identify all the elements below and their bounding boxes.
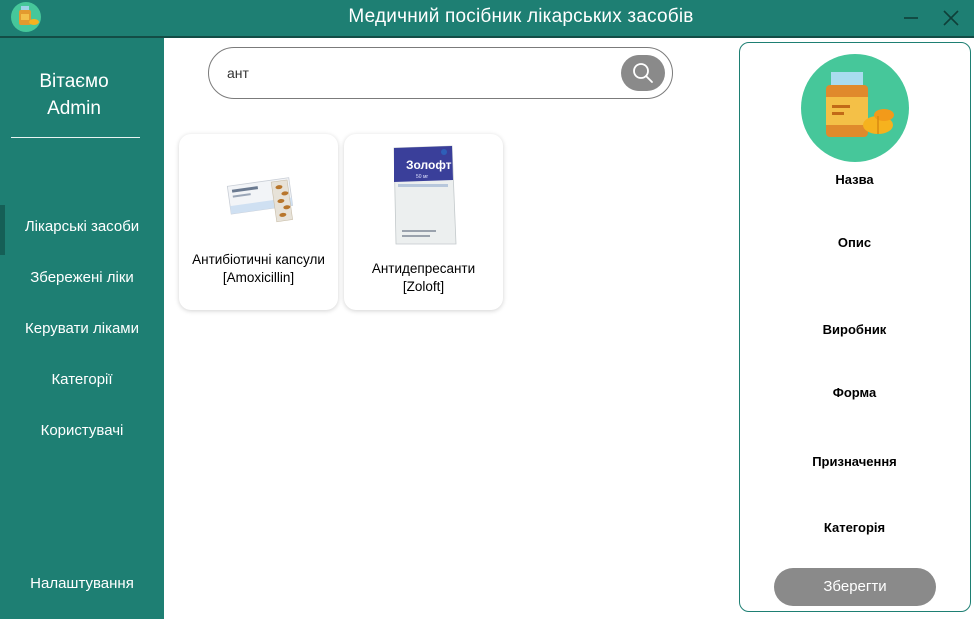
search-button[interactable] (621, 55, 665, 91)
box-brand-text: Золофт (406, 158, 452, 172)
field-purpose-label: Призначення (812, 454, 897, 469)
sidebar-item-categories[interactable]: Категорії (0, 358, 164, 402)
title-bar: Медичний посібник лікарських засобів (0, 0, 974, 38)
field-form-label: Форма (832, 385, 877, 400)
welcome-username: Admin (47, 98, 101, 119)
sidebar-item-manage[interactable]: Керувати ліками (0, 307, 164, 351)
medicine-bottle-icon (801, 54, 909, 162)
zoloft-image: Золофт 50 мг (393, 145, 457, 245)
field-category-label: Категорія (823, 520, 886, 535)
search-input[interactable] (227, 60, 607, 86)
field-manufacturer-label: Виробник (822, 322, 887, 337)
amoxicillin-image (226, 177, 294, 223)
sidebar-item-settings[interactable]: Налаштування (0, 562, 164, 606)
save-button[interactable]: Зберегти (774, 568, 936, 606)
sidebar-item-saved[interactable]: Збережені ліки (0, 256, 164, 300)
search-bar (208, 47, 673, 99)
sidebar: Вітаємо Admin Лікарські засоби Збережені… (0, 38, 164, 619)
medicine-name: Антибіотичні капсули [Amoxicillin] (192, 252, 325, 285)
field-description-label: Опис (837, 235, 872, 250)
medicine-detail-panel: Назва Опис Виробник Форма Призначення Ка… (739, 42, 971, 612)
welcome-greeting: Вітаємо (39, 71, 109, 92)
medicine-name: Антидепресанти [Zoloft] (371, 261, 476, 294)
medicine-card[interactable]: Золофт 50 мг Антидепресанти [Zoloft] (344, 134, 503, 310)
sidebar-item-medicines[interactable]: Лікарські засоби (0, 205, 164, 255)
field-name-label: Назва (835, 172, 874, 187)
medicine-card[interactable]: Антибіотичні капсули [Amoxicillin] (179, 134, 338, 310)
search-icon (633, 63, 653, 83)
minimize-icon[interactable] (900, 7, 922, 29)
close-icon[interactable] (940, 7, 962, 29)
welcome-message: Вітаємо Admin (0, 68, 148, 122)
sidebar-item-users[interactable]: Користувачі (0, 409, 164, 453)
window-title: Медичний посібник лікарських засобів (348, 6, 694, 27)
divider (11, 137, 140, 138)
box-dose-text: 50 мг (416, 174, 428, 180)
